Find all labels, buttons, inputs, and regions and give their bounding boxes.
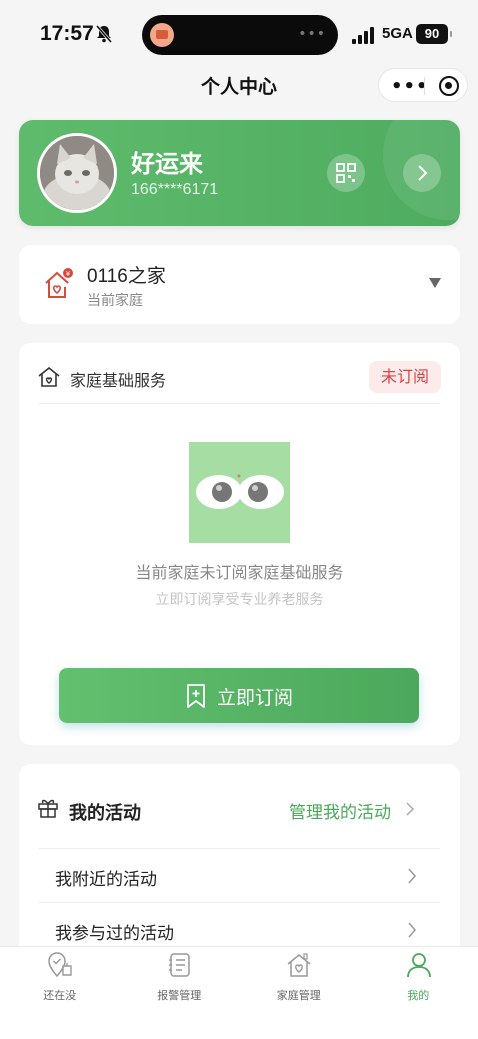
home-heart-icon (287, 953, 311, 977)
island-dots-icon: ••• (298, 26, 326, 42)
tab-label: 还在没 (43, 989, 77, 1002)
mail-app-icon (150, 23, 174, 47)
chevron-right-icon[interactable] (405, 802, 415, 816)
status-time: 17:57 (40, 22, 94, 45)
status-badge: 未订阅 (369, 361, 441, 393)
family-subtitle: 当前家庭 (87, 293, 143, 309)
chevron-right-icon (408, 868, 416, 884)
user-icon (406, 953, 431, 978)
tab-label: 我的 (407, 989, 430, 1002)
caret-down-icon[interactable] (429, 278, 441, 288)
bell-muted-icon (95, 25, 113, 43)
eyes-icon (196, 474, 284, 509)
close-miniprogram-icon[interactable] (439, 76, 459, 96)
divider (39, 403, 440, 404)
home-heart-outline-icon (38, 366, 60, 387)
cellular-signal-icon (352, 27, 374, 44)
basic-service-card: 家庭基础服务 未订阅 当前家庭未订阅家庭基础服务 立即订阅享受专业养老服务 立即… (19, 343, 460, 745)
nav-bar: 个人中心 ••• (0, 64, 478, 108)
chevron-right-icon (408, 922, 416, 938)
empty-state-illustration (189, 442, 290, 543)
subscribe-button[interactable]: 立即订阅 (59, 668, 419, 723)
chevron-right-icon (418, 165, 428, 181)
svg-text:¥: ¥ (66, 270, 71, 278)
qr-code-button[interactable] (327, 154, 365, 192)
tab-bar: 还在没 报警管理 家庭管理 我的 (0, 946, 478, 1039)
service-title: 家庭基础服务 (70, 371, 167, 390)
bookmark-add-icon (187, 684, 205, 708)
family-name: 0116之家 (87, 266, 166, 287)
status-bar: 17:57 ••• 5GA 90 (0, 0, 478, 64)
user-name: 好运来 (131, 150, 203, 178)
tab-location[interactable]: 还在没 (0, 947, 120, 1007)
cat-avatar-icon (40, 136, 114, 210)
subscribe-button-label: 立即订阅 (217, 687, 294, 709)
tab-label: 报警管理 (157, 989, 202, 1002)
list-icon (168, 953, 190, 977)
user-phone: 166****6171 (131, 181, 219, 198)
tab-alarm-management[interactable]: 报警管理 (120, 947, 240, 1007)
list-item-nearby-activities[interactable]: 我附近的活动 (39, 849, 440, 903)
location-shield-icon (48, 952, 72, 978)
family-selector[interactable]: ¥ 0116之家 当前家庭 (19, 245, 460, 324)
profile-card[interactable]: 好运来 166****6171 (19, 120, 460, 226)
gift-icon (38, 799, 58, 818)
empty-state-message: 当前家庭未订阅家庭基础服务 (135, 563, 344, 582)
avatar[interactable] (37, 133, 117, 213)
capsule-divider (424, 77, 425, 95)
battery-level: 90 (424, 26, 440, 41)
home-heart-icon: ¥ (45, 268, 73, 298)
tab-mine[interactable]: 我的 (359, 947, 478, 1007)
profile-detail-button[interactable] (403, 154, 441, 192)
list-item-label: 我附近的活动 (55, 870, 157, 890)
list-item-label: 我参与过的活动 (55, 924, 174, 944)
more-icon[interactable]: ••• (391, 76, 429, 97)
qr-code-icon (336, 163, 356, 183)
tab-label: 家庭管理 (276, 989, 321, 1002)
empty-state-hint: 立即订阅享受专业养老服务 (155, 592, 324, 608)
miniprogram-capsule: ••• (378, 68, 468, 102)
my-activities-card: 我的活动 管理我的活动 我附近的活动 我参与过的活动 (19, 764, 460, 964)
manage-activities-link[interactable]: 管理我的活动 (289, 798, 391, 823)
activities-title: 我的活动 (69, 803, 141, 824)
tab-family-management[interactable]: 家庭管理 (239, 947, 359, 1007)
battery-icon: 90 (416, 24, 452, 44)
network-type: 5GA (382, 25, 413, 42)
dynamic-island: ••• (142, 15, 338, 55)
